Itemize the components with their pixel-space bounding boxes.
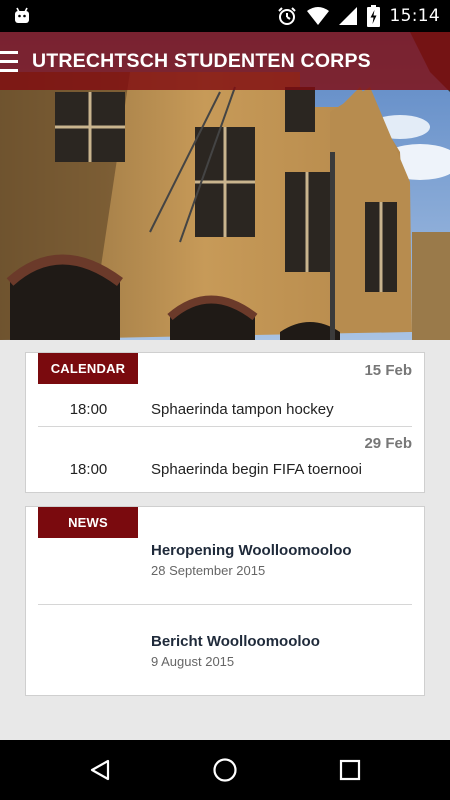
calendar-date-header: 15 Feb: [364, 362, 412, 379]
wifi-icon: [306, 7, 329, 25]
system-nav-bar: [0, 740, 450, 800]
app-title: UTRECHTSCH STUDENTEN CORPS: [32, 49, 371, 72]
news-card: NEWS Heropening Woolloomooloo 28 Septemb…: [25, 506, 425, 696]
recents-icon: [339, 759, 361, 781]
calendar-card: CALENDAR 15 Feb 18:00 Sphaerinda tampon …: [25, 352, 425, 493]
news-item-title[interactable]: Bericht Woolloomooloo: [151, 633, 320, 650]
signal-icon: [338, 7, 357, 25]
news-item-date: 9 August 2015: [151, 654, 235, 669]
event-title[interactable]: Sphaerinda begin FIFA toernooi: [151, 461, 362, 478]
calendar-date-header: 29 Feb: [364, 435, 412, 452]
alarm-icon: [277, 7, 296, 25]
divider: [38, 604, 412, 605]
hamburger-menu-icon[interactable]: [0, 32, 30, 90]
calendar-label: CALENDAR: [38, 353, 138, 384]
event-time: 18:00: [69, 461, 108, 478]
back-icon: [90, 759, 110, 781]
status-bar: 15:14: [0, 0, 450, 32]
news-item-date: 28 September 2015: [151, 563, 266, 578]
news-label: NEWS: [38, 507, 138, 538]
divider: [38, 426, 412, 427]
recents-button[interactable]: [320, 740, 380, 800]
main-content: CALENDAR 15 Feb 18:00 Sphaerinda tampon …: [0, 340, 450, 740]
battery-charging-icon: [366, 5, 380, 27]
home-button[interactable]: [195, 740, 255, 800]
event-time: 18:00: [69, 401, 108, 418]
news-item-title[interactable]: Heropening Woolloomooloo: [151, 542, 352, 559]
event-title[interactable]: Sphaerinda tampon hockey: [151, 401, 334, 418]
clock: 15:14: [389, 6, 440, 26]
android-icon: [15, 7, 29, 23]
app-bar: UTRECHTSCH STUDENTEN CORPS: [0, 32, 450, 90]
header-photo: UTRECHTSCH STUDENTEN CORPS: [0, 32, 450, 340]
home-icon: [213, 758, 237, 782]
back-button[interactable]: [70, 740, 130, 800]
